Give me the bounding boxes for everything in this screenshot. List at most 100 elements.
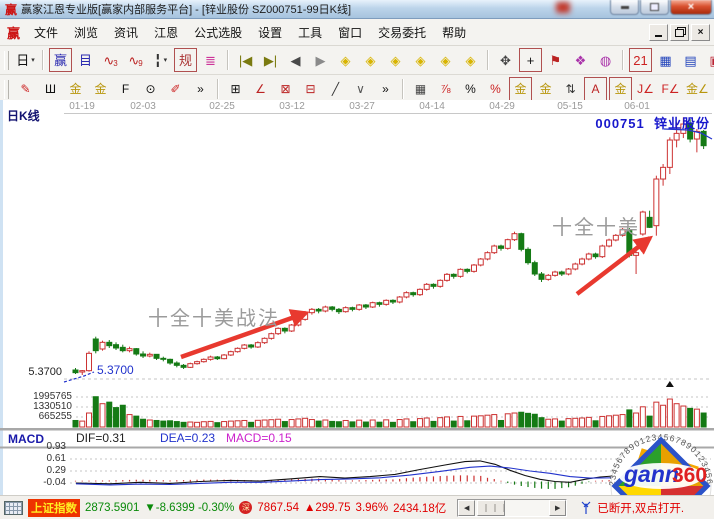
prev-bar-icon[interactable]: ◀ bbox=[284, 48, 307, 72]
diamond-x-icon[interactable]: ◈ bbox=[384, 48, 407, 72]
sz-index-amount: 2434.18亿 bbox=[393, 500, 446, 516]
gann-grid-icon[interactable]: ⊟ bbox=[299, 77, 322, 101]
f10-data-icon-glyph: 目 bbox=[79, 54, 92, 67]
mdi-restore-button[interactable] bbox=[670, 24, 689, 41]
gold-angle-icon-glyph: 金∠ bbox=[686, 83, 709, 95]
menu-窗口[interactable]: 窗口 bbox=[330, 20, 370, 45]
mdi-close-button[interactable]: × bbox=[691, 24, 710, 41]
menu-浏览[interactable]: 浏览 bbox=[66, 20, 106, 45]
percent-lines-icon-glyph: % bbox=[490, 83, 501, 95]
menu-公式选股[interactable]: 公式选股 bbox=[186, 20, 250, 45]
last-bar-icon[interactable]: ▶| bbox=[259, 48, 282, 72]
cloud-tool-icon[interactable]: ◍ bbox=[594, 48, 617, 72]
hand-pan-icon-glyph: ✥ bbox=[500, 54, 511, 67]
mdi-close-icon: × bbox=[698, 28, 704, 38]
price-pen-icon[interactable]: ⇅ bbox=[559, 77, 582, 101]
ab-wave-icon[interactable]: A bbox=[584, 77, 607, 101]
kline-period-icon[interactable]: 日▾ bbox=[14, 48, 37, 72]
menu-设置[interactable]: 设置 bbox=[250, 20, 290, 45]
subscript: 9 bbox=[138, 60, 142, 68]
marker-flag-icon[interactable]: ⚑ bbox=[544, 48, 567, 72]
zigzag-icon[interactable]: ∨ bbox=[349, 77, 372, 101]
window-grid-icon[interactable]: ⊞ bbox=[224, 77, 247, 101]
crosshair-icon[interactable]: + bbox=[519, 48, 542, 72]
spiral-icon-glyph: ⊙ bbox=[145, 83, 155, 95]
diamond-horizontal-icon[interactable]: ◈ bbox=[409, 48, 432, 72]
time-grid-icon[interactable]: Ш bbox=[39, 77, 62, 101]
first-bar-icon-glyph: |◀ bbox=[239, 54, 252, 67]
menu-江恩[interactable]: 江恩 bbox=[146, 20, 186, 45]
app-logo-icon-small: 赢 bbox=[7, 23, 20, 42]
next-bar-icon[interactable]: ▶ bbox=[309, 48, 332, 72]
mdi-minimize-button[interactable] bbox=[649, 24, 668, 41]
trend-line-icon[interactable]: ╱ bbox=[324, 77, 347, 101]
percent-retrace-icon[interactable]: ⅞ bbox=[434, 77, 457, 101]
window-title: 赢家江恩专业版[赢家内部服务平台] - [锌业股份 SZ000751-99日K线… bbox=[21, 1, 351, 17]
diamond-left-icon[interactable]: ◈ bbox=[359, 48, 382, 72]
kline-chart-panel[interactable] bbox=[0, 100, 714, 495]
dropdown-arrow-icon[interactable]: ▾ bbox=[31, 57, 35, 64]
measure-pen-icon[interactable]: ✐ bbox=[164, 77, 187, 101]
minute-chart-3-icon[interactable]: ∿3 bbox=[99, 48, 122, 72]
gann-wheel-icon[interactable]: ❖ bbox=[569, 48, 592, 72]
menu-文件[interactable]: 文件 bbox=[26, 20, 66, 45]
scroll-left-icon[interactable]: ◀ bbox=[458, 500, 475, 516]
percent-icon[interactable]: % bbox=[459, 77, 482, 101]
diamond-right-icon[interactable]: ◈ bbox=[334, 48, 357, 72]
status-bar: 上证指数 2873.5901 ▼-8.6399 -0.30% 深 7867.54… bbox=[0, 495, 714, 519]
trend-line-icon-glyph: ╱ bbox=[332, 83, 339, 95]
more-tools-icon[interactable]: » bbox=[189, 77, 212, 101]
gold-grid-2-icon[interactable]: 金 bbox=[89, 77, 112, 101]
gold-coin-icon[interactable]: 金 bbox=[509, 77, 532, 101]
notes-icon[interactable]: ▤ bbox=[679, 48, 702, 72]
gann-fan-icon[interactable]: ∠ bbox=[249, 77, 272, 101]
pen-tool-icon[interactable]: ✎ bbox=[14, 77, 37, 101]
dropdown-arrow-icon[interactable]: ▾ bbox=[164, 57, 168, 64]
menu-工具[interactable]: 工具 bbox=[290, 20, 330, 45]
spiral-icon[interactable]: ⊙ bbox=[139, 77, 162, 101]
fibonacci-grid-icon[interactable]: F bbox=[114, 77, 137, 101]
save-icon[interactable]: ▣ bbox=[704, 48, 714, 72]
stats-table-icon[interactable]: ▦ bbox=[409, 77, 432, 101]
candle-style-icon[interactable]: ╏▾ bbox=[149, 48, 172, 72]
indicator-panel-icon[interactable]: 规 bbox=[174, 48, 197, 72]
more-tools-2-icon[interactable]: » bbox=[374, 77, 397, 101]
f-angle-icon[interactable]: F∠ bbox=[659, 77, 682, 101]
connection-status-text[interactable]: 已断开,双点打开. bbox=[597, 500, 684, 516]
j-angle-icon[interactable]: J∠ bbox=[634, 77, 657, 101]
keyboard-icon[interactable] bbox=[4, 501, 23, 515]
menu-帮助[interactable]: 帮助 bbox=[434, 20, 474, 45]
f10-data-icon[interactable]: 目 bbox=[74, 48, 97, 72]
gann-box-icon[interactable]: ⊠ bbox=[274, 77, 297, 101]
prev-bar-icon-glyph: ◀ bbox=[291, 54, 301, 67]
maximize-button[interactable] bbox=[640, 0, 669, 15]
minimize-button[interactable] bbox=[610, 0, 639, 15]
color-volume-icon[interactable]: ≣ bbox=[199, 48, 222, 72]
menu-资讯[interactable]: 资讯 bbox=[106, 20, 146, 45]
save-icon-glyph: ▣ bbox=[709, 54, 714, 67]
calendar-icon[interactable]: 21 bbox=[629, 48, 652, 72]
cloud-tool-icon-glyph: ◍ bbox=[600, 54, 611, 67]
close-button[interactable]: × bbox=[670, 0, 712, 15]
gold-box-icon[interactable]: 金 bbox=[609, 77, 632, 101]
minute-chart-9-icon[interactable]: ∿9 bbox=[124, 48, 147, 72]
calculator-icon[interactable]: ▦ bbox=[654, 48, 677, 72]
gold-grid-icon[interactable]: 金 bbox=[64, 77, 87, 101]
gold-lines-icon[interactable]: 金 bbox=[534, 77, 557, 101]
first-bar-icon[interactable]: |◀ bbox=[234, 48, 257, 72]
title-bar[interactable]: 赢 赢家江恩专业版[赢家内部服务平台] - [锌业股份 SZ000751-99日… bbox=[0, 0, 714, 19]
horizontal-scrollbar[interactable]: ◀ ▶ bbox=[457, 499, 567, 517]
scroll-right-icon[interactable]: ▶ bbox=[549, 500, 566, 516]
sz-index-icon[interactable]: 深 bbox=[239, 501, 252, 514]
menu-交易委托[interactable]: 交易委托 bbox=[370, 20, 434, 45]
diamond-vertical-icon[interactable]: ◈ bbox=[459, 48, 482, 72]
percent-retrace-icon-glyph: ⅞ bbox=[440, 83, 450, 95]
percent-lines-icon[interactable]: % bbox=[484, 77, 507, 101]
scrollbar-thumb[interactable] bbox=[477, 500, 505, 516]
hand-pan-icon[interactable]: ✥ bbox=[494, 48, 517, 72]
diamond-4way-icon[interactable]: ◈ bbox=[434, 48, 457, 72]
sh-index-badge[interactable]: 上证指数 bbox=[28, 499, 80, 517]
gold-angle-icon[interactable]: 金∠ bbox=[684, 77, 711, 101]
color-volume-icon-glyph: ≣ bbox=[205, 54, 216, 67]
winner-info-icon[interactable]: 赢 bbox=[49, 48, 72, 72]
